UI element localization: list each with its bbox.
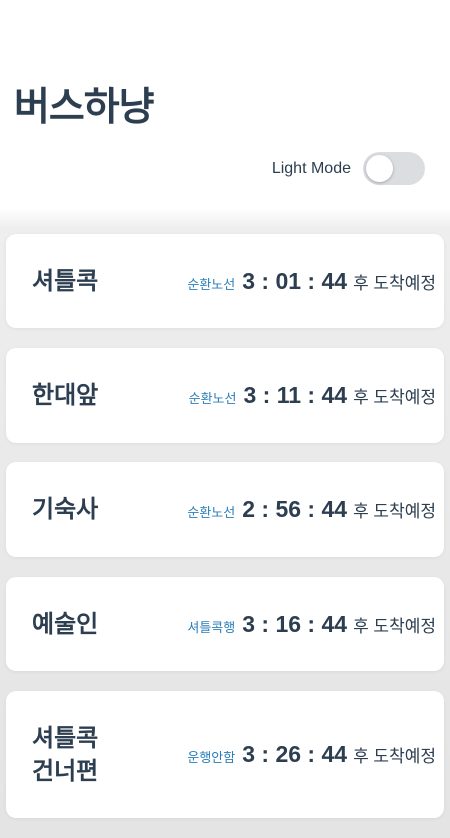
- arrival-info: 순환노선 3 : 01 : 44 후 도착예정: [187, 268, 436, 295]
- arrival-time: 3 : 26 : 44: [242, 741, 348, 767]
- arrival-time: 3 : 01 : 44: [242, 267, 348, 294]
- arrival-time: 3 : 11 : 44: [243, 382, 348, 408]
- arrival-time: 2 : 56 : 44: [242, 496, 348, 522]
- bus-stop-card[interactable]: 셔틀콕 건너편 운행안함 3 : 26 : 44 후 도착예정: [6, 691, 444, 818]
- route-label: 순환노선: [187, 505, 236, 520]
- toggle-knob: [366, 155, 393, 182]
- arrival-suffix: 후 도착예정: [353, 502, 436, 521]
- arrival-info: 셔틀콕행 3 : 16 : 44 후 도착예정: [187, 611, 436, 638]
- route-label: 순환노선: [187, 276, 236, 292]
- stop-name-line: 셔틀콕: [32, 267, 99, 295]
- stop-name: 셔틀콕: [32, 265, 187, 298]
- stop-name-line: 예술인: [32, 610, 99, 638]
- bus-stop-card[interactable]: 예술인 셔틀콕행 3 : 16 : 44 후 도착예정: [6, 577, 444, 671]
- bus-stop-card[interactable]: 기숙사 순환노선 2 : 56 : 44 후 도착예정: [6, 462, 444, 557]
- stop-name: 예술인: [32, 608, 187, 641]
- bus-stop-card[interactable]: 한대앞 순환노선 3 : 11 : 44 후 도착예정: [6, 348, 444, 443]
- arrival-info: 순환노선 2 : 56 : 44 후 도착예정: [187, 496, 436, 523]
- bus-stop-card[interactable]: 셔틀콕 순환노선 3 : 01 : 44 후 도착예정: [6, 234, 444, 328]
- stop-name-line: 한대앞: [32, 382, 99, 409]
- stop-name: 셔틀콕 건너편: [32, 722, 187, 788]
- theme-mode-row: Light Mode: [272, 152, 425, 185]
- route-label: 순환노선: [188, 391, 237, 406]
- route-label: 셔틀콕행: [187, 619, 236, 635]
- app-title: 버스하냥: [14, 86, 155, 129]
- stop-name-line: 셔틀콕: [32, 724, 99, 752]
- arrival-suffix: 후 도착예정: [353, 747, 436, 766]
- arrival-suffix: 후 도착예정: [353, 273, 436, 293]
- bus-stop-list: 셔틀콕 순환노선 3 : 01 : 44 후 도착예정 한대앞 순환노선 3 :…: [0, 208, 450, 838]
- theme-mode-label: Light Mode: [271, 159, 351, 177]
- theme-mode-toggle[interactable]: [363, 152, 425, 185]
- stop-name-line: 기숙사: [32, 496, 99, 523]
- stop-name: 한대앞: [32, 379, 189, 412]
- stop-name-line: 건너편: [32, 757, 99, 785]
- arrival-info: 운행안함 3 : 26 : 44 후 도착예정: [187, 741, 436, 768]
- arrival-suffix: 후 도착예정: [353, 388, 436, 407]
- stop-name: 기숙사: [32, 493, 187, 526]
- arrival-time: 3 : 16 : 44: [242, 610, 348, 637]
- route-label: 운행안함: [187, 750, 236, 765]
- arrival-info: 순환노선 3 : 11 : 44 후 도착예정: [189, 382, 436, 409]
- arrival-suffix: 후 도착예정: [353, 616, 436, 636]
